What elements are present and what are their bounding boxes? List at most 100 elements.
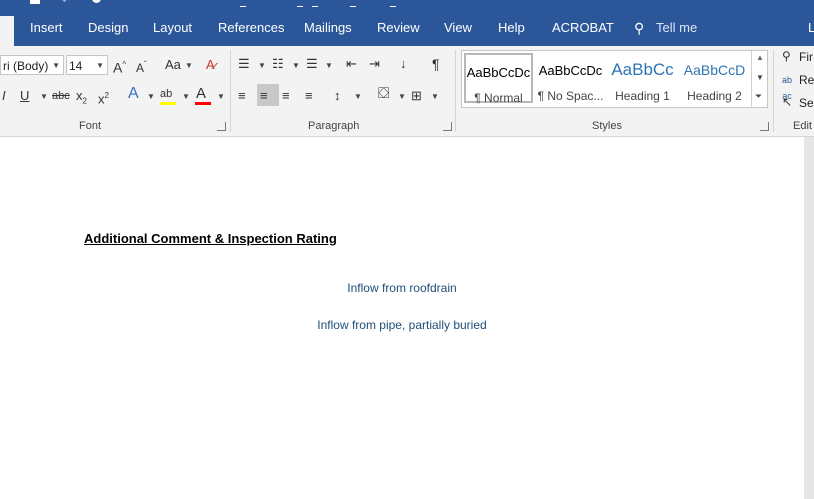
group-divider xyxy=(230,50,231,132)
title-fragment xyxy=(297,6,303,7)
chevron-down-icon[interactable]: ▼ xyxy=(182,92,190,101)
tab-help[interactable]: Help xyxy=(498,20,525,35)
style-normal[interactable]: AaBbCcDc ¶ Normal xyxy=(464,53,533,105)
highlight-icon[interactable]: ab xyxy=(160,86,172,102)
align-left-icon[interactable]: ≡ xyxy=(238,88,246,104)
document-line-2: Inflow from pipe, partially buried xyxy=(317,318,487,332)
style-sample: AaBbCcDc xyxy=(538,63,603,78)
increase-indent-icon[interactable]: ⇥ xyxy=(369,56,380,72)
font-family-combo[interactable]: ri (Body) ▼ xyxy=(0,55,64,75)
italic-icon[interactable]: I xyxy=(2,88,6,104)
subscript-icon[interactable]: x2 xyxy=(76,88,87,110)
strikethrough-icon[interactable]: abc xyxy=(52,88,70,104)
gallery-scroll: ▲ ▼ ⏷ xyxy=(751,51,767,107)
grow-font-icon[interactable]: A^ xyxy=(113,57,126,76)
chevron-down-icon[interactable]: ▼ xyxy=(292,61,300,70)
chevron-down-icon[interactable]: ▼ xyxy=(96,56,104,76)
align-center-icon[interactable]: ≡ xyxy=(260,88,268,104)
show-formatting-marks-icon[interactable]: ¶ xyxy=(432,56,440,72)
highlight-color-bar xyxy=(160,102,176,105)
tab-home[interactable] xyxy=(0,16,14,46)
document-line-1: Inflow from roofdrain xyxy=(347,281,457,295)
title-fragment xyxy=(312,6,318,7)
bullets-icon[interactable]: ☰ xyxy=(238,56,250,72)
styles-gallery: AaBbCcDc ¶ Normal AaBbCcDc ¶ No Spac... … xyxy=(461,50,768,108)
tab-design[interactable]: Design xyxy=(88,20,128,35)
ribbon-tab-bar: Insert Design Layout References Mailings… xyxy=(0,8,814,46)
gallery-down-arrow-icon[interactable]: ▼ xyxy=(756,73,764,82)
shrink-font-icon[interactable]: Aˇ xyxy=(136,57,147,76)
title-bar: ↶ xyxy=(0,0,814,8)
chevron-down-icon[interactable]: ▼ xyxy=(185,61,193,70)
font-dialog-launcher-icon[interactable] xyxy=(217,122,226,131)
tab-mailings[interactable]: Mailings xyxy=(304,20,352,35)
group-divider xyxy=(773,50,774,132)
chevron-down-icon[interactable]: ▼ xyxy=(398,92,406,101)
clear-formatting-icon[interactable]: A̷ xyxy=(206,57,215,73)
change-case-icon[interactable]: Aa xyxy=(165,57,181,73)
gallery-more-icon[interactable]: ⏷ xyxy=(755,91,762,102)
align-right-icon[interactable]: ≡ xyxy=(282,88,290,104)
style-sample: AaBbCcDc xyxy=(466,65,531,80)
chevron-down-icon[interactable]: ▼ xyxy=(40,92,48,101)
title-fragment xyxy=(240,6,246,7)
replace-button-label[interactable]: Re xyxy=(799,73,814,87)
style-heading-2[interactable]: AaBbCcD Heading 2 xyxy=(680,53,749,103)
tell-me-box[interactable]: Tell me xyxy=(656,20,697,35)
shading-icon[interactable]: ⛋ xyxy=(378,86,389,102)
account-initial[interactable]: L xyxy=(808,20,814,35)
paragraph-dialog-launcher-icon[interactable] xyxy=(443,122,452,131)
chevron-down-icon[interactable]: ▼ xyxy=(354,92,362,101)
select-cursor-icon[interactable]: ↖ xyxy=(782,94,792,110)
tab-acrobat[interactable]: ACROBAT xyxy=(552,20,614,35)
multilevel-list-icon[interactable]: ☰ xyxy=(306,56,318,72)
tab-references[interactable]: References xyxy=(218,20,284,35)
justify-icon[interactable]: ≡ xyxy=(305,88,313,104)
font-color-icon[interactable]: A xyxy=(196,86,206,102)
chevron-down-icon[interactable]: ▼ xyxy=(147,92,155,101)
chevron-down-icon[interactable]: ▼ xyxy=(325,61,333,70)
save-icon[interactable] xyxy=(30,0,40,4)
font-size-combo[interactable]: 14 ▼ xyxy=(66,55,108,75)
decrease-indent-icon[interactable]: ⇤ xyxy=(346,56,357,72)
borders-icon[interactable]: ⊞ xyxy=(411,88,422,104)
paragraph-group-label: Paragraph xyxy=(308,120,360,132)
document-heading: Additional Comment & Inspection Rating xyxy=(84,231,337,246)
style-name: ¶ Normal xyxy=(474,91,523,105)
font-family-value: ri (Body) xyxy=(3,59,49,73)
chevron-down-icon[interactable]: ▼ xyxy=(217,92,225,101)
style-no-spacing[interactable]: AaBbCcDc ¶ No Spac... xyxy=(536,53,605,103)
select-button-label[interactable]: Sel xyxy=(799,96,814,110)
superscript-icon[interactable]: x2 xyxy=(98,88,109,107)
tab-layout[interactable]: Layout xyxy=(153,20,192,35)
undo-icon[interactable]: ↶ xyxy=(62,0,70,7)
font-size-value: 14 xyxy=(69,59,83,73)
underline-icon[interactable]: U xyxy=(20,88,29,104)
gallery-up-arrow-icon[interactable]: ▲ xyxy=(756,53,764,62)
chevron-down-icon[interactable]: ▼ xyxy=(258,61,266,70)
font-color-bar xyxy=(195,102,211,105)
chevron-down-icon[interactable]: ▼ xyxy=(52,56,60,76)
numbering-icon[interactable]: ☷ xyxy=(272,56,284,72)
group-divider xyxy=(455,50,456,132)
style-heading-1[interactable]: AaBbCc Heading 1 xyxy=(608,53,677,103)
vertical-scrollbar[interactable] xyxy=(804,137,814,499)
style-sample: AaBbCcD xyxy=(683,62,746,78)
editing-group-label: Edit xyxy=(793,120,812,132)
styles-dialog-launcher-icon[interactable] xyxy=(760,122,769,131)
title-fragment xyxy=(350,6,356,7)
style-sample: AaBbCc xyxy=(611,60,674,79)
line-spacing-icon[interactable]: ↕ xyxy=(334,88,341,104)
find-icon[interactable]: ⚲ xyxy=(782,48,791,64)
text-effects-icon[interactable]: A xyxy=(128,86,139,102)
title-fragment xyxy=(390,6,396,7)
find-button-label[interactable]: Fir xyxy=(799,50,813,64)
lightbulb-search-icon[interactable]: ⚲ xyxy=(634,20,644,37)
redo-icon[interactable] xyxy=(92,0,101,3)
style-name: Heading 2 xyxy=(687,89,742,103)
chevron-down-icon[interactable]: ▼ xyxy=(431,92,439,101)
sort-icon[interactable]: ↓ xyxy=(400,56,407,72)
tab-insert[interactable]: Insert xyxy=(30,20,63,35)
tab-review[interactable]: Review xyxy=(377,20,420,35)
tab-view[interactable]: View xyxy=(444,20,472,35)
